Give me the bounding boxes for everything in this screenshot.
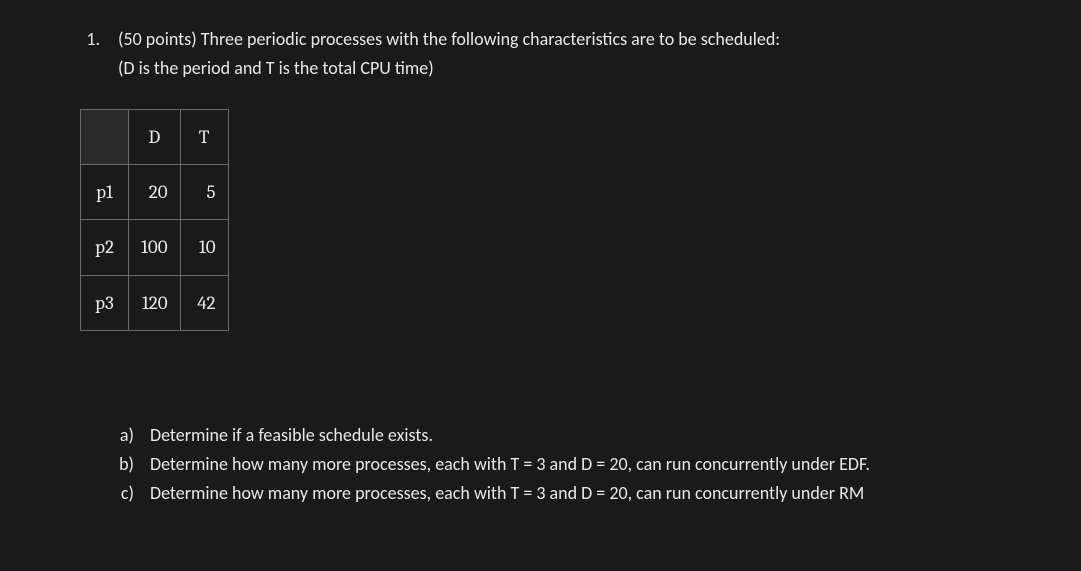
subpart-b: b) Determine how many more processes, ea… [110,450,1001,479]
header-t: T [180,109,228,164]
subpart-text-a: Determine if a feasible schedule exists. [150,421,1001,450]
process-table-block: D T p1 20 5 p2 100 10 p3 120 42 [80,109,1001,332]
subpart-label-a: a) [110,421,150,450]
cell-p2-d: 100 [129,220,181,275]
table-row: p1 20 5 [81,164,229,219]
question-number: 1. [80,25,118,54]
question-line-2: (D is the period and T is the total CPU … [118,57,434,79]
cell-p1-d: 20 [129,164,181,219]
subparts-list: a) Determine if a feasible schedule exis… [110,421,1001,507]
cell-p1-t: 5 [180,164,228,219]
row-label-p2: p2 [81,220,129,275]
question-header: 1. (50 points) Three periodic processes … [80,25,1001,83]
table-row: p3 120 42 [81,275,229,330]
question-text: (50 points) Three periodic processes wit… [118,25,1001,83]
table-header-row: D T [81,109,229,164]
header-d: D [129,109,181,164]
subpart-label-b: b) [110,450,150,479]
table-row: p2 100 10 [81,220,229,275]
subpart-label-c: c) [110,479,150,508]
subpart-a: a) Determine if a feasible schedule exis… [110,421,1001,450]
process-table: D T p1 20 5 p2 100 10 p3 120 42 [80,109,229,332]
header-blank [81,109,129,164]
subpart-c: c) Determine how many more processes, ea… [110,479,1001,508]
cell-p3-t: 42 [180,275,228,330]
question-line-1: (50 points) Three periodic processes wit… [118,28,780,50]
cell-p2-t: 10 [180,220,228,275]
row-label-p3: p3 [81,275,129,330]
subpart-text-c: Determine how many more processes, each … [150,479,1001,508]
subpart-text-b: Determine how many more processes, each … [150,450,1001,479]
cell-p3-d: 120 [129,275,181,330]
row-label-p1: p1 [81,164,129,219]
